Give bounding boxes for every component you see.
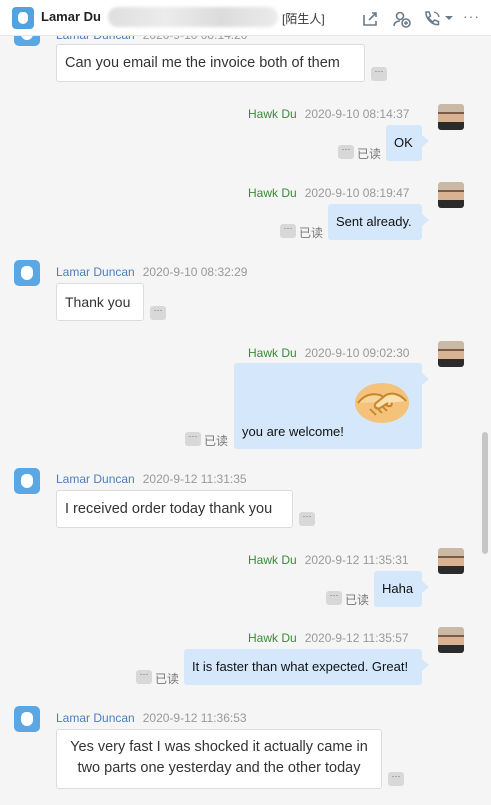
message-bubble[interactable]: OK (386, 125, 429, 161)
timestamp: 2020-9-10 09:02:30 (304, 346, 410, 360)
sender-name[interactable]: Hawk Du (248, 346, 297, 360)
message-bubble[interactable]: Thank you (56, 283, 144, 321)
timestamp: 2020-9-10 08:14:37 (304, 107, 410, 121)
sender-name[interactable]: Lamar Duncan (56, 265, 135, 279)
message-text: I received order today thank you (65, 501, 273, 517)
timestamp: 2020-9-10 08:19:47 (304, 186, 410, 200)
avatar[interactable] (438, 182, 464, 208)
sender-name[interactable]: Lamar Duncan (56, 472, 135, 486)
message-bubble[interactable]: Can you email me the invoice both of the… (56, 44, 365, 82)
scrollbar-thumb[interactable] (482, 432, 488, 554)
sender-name[interactable]: Hawk Du (248, 186, 297, 200)
avatar[interactable] (14, 260, 40, 286)
message-actions-icon[interactable]: ··· (371, 67, 387, 81)
message-meta: Hawk Du 2020-9-12 11:35:31 (248, 553, 409, 567)
blurred-contact-info (108, 7, 278, 27)
chevron-down-icon[interactable] (444, 13, 454, 23)
message-actions-icon[interactable]: ··· (150, 306, 166, 320)
avatar[interactable] (438, 548, 464, 574)
read-status: 已读 (357, 147, 382, 161)
timestamp: 2020-9-12 11:36:53 (142, 711, 247, 725)
avatar[interactable] (14, 468, 40, 494)
message-actions-icon[interactable]: ··· (326, 591, 342, 605)
sender-name[interactable]: Hawk Du (248, 631, 297, 645)
message-text: Thank you (65, 294, 131, 310)
message-meta: Lamar Duncan 2020-9-12 11:36:53 (56, 711, 247, 725)
timestamp: 2020-9-12 11:35:31 (304, 553, 409, 567)
contact-avatar-icon[interactable] (12, 7, 34, 29)
sender-name[interactable]: Lamar Duncan (56, 711, 135, 725)
read-status: 已读 (299, 226, 324, 240)
message-text: Sent already. (336, 214, 412, 229)
message-meta: Hawk Du 2020-9-10 08:19:47 (248, 186, 409, 200)
message-text: Haha (382, 581, 414, 596)
handshake-emoji (355, 383, 409, 423)
message-actions-icon[interactable]: ··· (136, 670, 152, 684)
message-meta: Hawk Du 2020-9-10 08:14:37 (248, 107, 409, 121)
message-meta: Hawk Du 2020-9-10 09:02:30 (248, 346, 409, 360)
message-text: OK (394, 135, 413, 150)
message-text-line: two parts one yesterday and the other to… (77, 760, 361, 776)
read-status: 已读 (155, 672, 180, 686)
message-meta: Hawk Du 2020-9-12 11:35:57 (248, 631, 409, 645)
avatar[interactable] (438, 104, 464, 130)
avatar[interactable] (438, 627, 464, 653)
message-bubble[interactable]: Haha (374, 571, 429, 607)
message-text: Can you email me the invoice both of the… (65, 55, 340, 71)
message-text: It is faster than what expected. Great! (192, 659, 409, 674)
add-contact-icon[interactable] (392, 9, 412, 29)
message-meta: Lamar Duncan 2020-9-10 08:32:29 (56, 265, 247, 279)
message-bubble[interactable]: Sent already. (328, 204, 429, 240)
phone-icon[interactable] (422, 9, 442, 29)
timestamp: 2020-9-10 08:32:29 (142, 265, 248, 279)
message-bubble[interactable]: Yes very fast I was shocked it actually … (56, 729, 382, 789)
message-actions-icon[interactable]: ··· (388, 772, 404, 786)
avatar[interactable] (14, 706, 40, 732)
more-options-button[interactable]: ··· (463, 8, 480, 24)
message-bubble[interactable]: I received order today thank you (56, 490, 293, 528)
read-status: 已读 (204, 434, 229, 448)
contact-name[interactable]: Lamar Du (41, 9, 101, 24)
timestamp: 2020-9-12 11:31:35 (142, 472, 247, 486)
share-icon[interactable] (360, 9, 380, 29)
timestamp: 2020-9-12 11:35:57 (304, 631, 409, 645)
message-meta: Lamar Duncan 2020-9-12 11:31:35 (56, 472, 247, 486)
chat-header: Lamar Du [陌生人] ··· (0, 0, 491, 36)
sender-name[interactable]: Hawk Du (248, 553, 297, 567)
message-actions-icon[interactable]: ··· (299, 512, 315, 526)
message-text: you are welcome! (242, 424, 344, 439)
sender-name[interactable]: Hawk Du (248, 107, 297, 121)
avatar[interactable] (438, 341, 464, 367)
message-text-line: Yes very fast I was shocked it actually … (70, 739, 368, 755)
stranger-tag: [陌生人] (282, 12, 325, 26)
message-bubble[interactable]: It is faster than what expected. Great! (184, 649, 429, 685)
message-actions-icon[interactable]: ··· (280, 224, 296, 238)
read-status: 已读 (345, 593, 370, 607)
message-actions-icon[interactable]: ··· (185, 432, 201, 446)
message-actions-icon[interactable]: ··· (338, 145, 354, 159)
